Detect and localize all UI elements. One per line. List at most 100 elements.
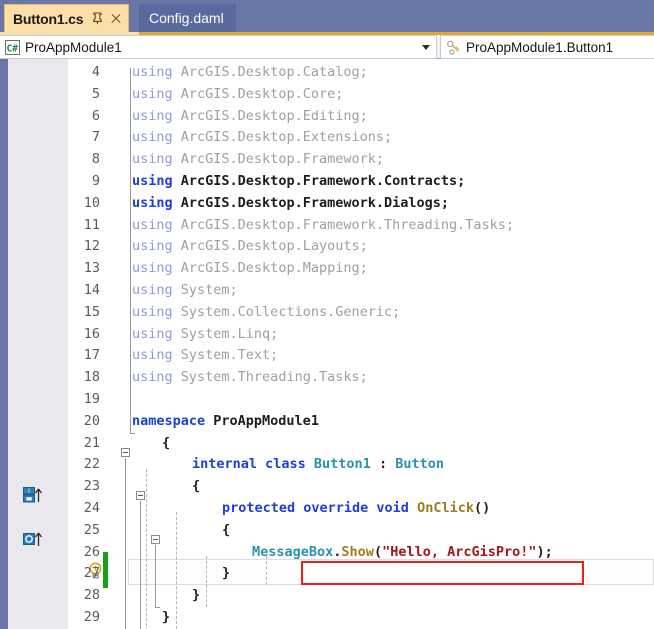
code-token: System.Collections.Generic;	[180, 303, 401, 320]
code-line[interactable]: 15 using System.Collections.Generic;	[0, 304, 654, 326]
code-lines-container[interactable]: 4 using ArcGIS.Desktop.Catalog; 5 using Arc…	[0, 59, 654, 629]
code-token: {	[192, 478, 201, 495]
code-token: using	[132, 238, 181, 255]
code-token: using	[132, 216, 181, 233]
chevron-down-icon[interactable]	[422, 45, 430, 50]
code-token: System;	[180, 282, 238, 298]
code-token: }	[162, 609, 171, 625]
code-token: Show	[341, 543, 374, 560]
code-line[interactable]: 28}	[0, 587, 654, 609]
line-number: 9	[91, 173, 100, 189]
code-token: {	[222, 521, 231, 538]
code-line-text: using ArcGIS.Desktop.Catalog;	[132, 64, 368, 80]
code-line[interactable]: 23 {	[0, 478, 654, 500]
code-line-text: using ArcGIS.Desktop.Extensions;	[132, 129, 392, 145]
member-dropdown-value: ProAppModule1.Button1	[466, 39, 614, 55]
code-line-text: using System;	[132, 282, 238, 298]
code-editor[interactable]: I 4 using ArcGIS.Desktop.Catalog; 5 using A…	[0, 59, 654, 629]
code-line[interactable]: 10 using ArcGIS.Desktop.Framework.Dialogs…	[0, 195, 654, 217]
code-line-text: internal class Button1 : Button	[192, 456, 444, 472]
code-line[interactable]: 29}	[0, 609, 654, 629]
code-token: ArcGIS.Desktop.Layouts;	[180, 238, 368, 255]
code-line-text: {	[192, 478, 200, 494]
code-token: ArcGIS.Desktop.Framework.Contracts;	[180, 173, 466, 189]
code-line[interactable]: 5 using ArcGIS.Desktop.Core;	[0, 86, 654, 108]
code-line-text: using ArcGIS.Desktop.Framework;	[132, 151, 384, 167]
code-token: );	[536, 543, 553, 560]
code-token: ArcGIS.Desktop.Framework.Threading.Tasks…	[180, 216, 515, 233]
code-line-text: {	[162, 435, 170, 451]
line-number: 14	[83, 282, 100, 298]
code-token: using	[132, 347, 181, 364]
code-line[interactable]: 14 using System;	[0, 282, 654, 304]
code-line-text: namespace ProAppModule1	[132, 413, 319, 429]
tab-button1-cs[interactable]: Button1.cs	[4, 4, 130, 32]
line-number: 17	[83, 347, 100, 364]
code-line[interactable]: 27}	[0, 565, 654, 587]
code-line-text: }	[162, 609, 170, 625]
code-line-text: using ArcGIS.Desktop.Framework.Contracts…	[132, 173, 465, 189]
code-token: internal class	[192, 456, 314, 473]
line-number: 24	[83, 500, 100, 516]
code-token: ArcGIS.Desktop.Framework.Dialogs;	[180, 194, 449, 211]
code-token: System.Linq;	[180, 325, 279, 342]
code-token: System.Text;	[180, 347, 279, 364]
code-line[interactable]: 22 internal class Button1 : Button	[0, 456, 654, 478]
code-line[interactable]: 12 using ArcGIS.Desktop.Layouts;	[0, 238, 654, 260]
type-dropdown[interactable]: C# ProAppModule1	[0, 35, 437, 59]
csharp-file-icon: C#	[5, 39, 20, 55]
line-number: 20	[83, 412, 100, 429]
code-token: using	[132, 107, 181, 124]
pin-icon[interactable]	[92, 12, 103, 25]
code-line-text: protected override void OnClick()	[222, 500, 490, 516]
code-line[interactable]: 4 using ArcGIS.Desktop.Catalog;	[0, 64, 654, 86]
code-line[interactable]: 9 using ArcGIS.Desktop.Framework.Contract…	[0, 173, 654, 195]
close-icon[interactable]	[110, 13, 122, 25]
code-token: (	[373, 543, 383, 560]
code-token: namespace	[132, 412, 214, 429]
code-line[interactable]: 13 using ArcGIS.Desktop.Mapping;	[0, 260, 654, 282]
tab-config-daml[interactable]: Config.daml	[139, 4, 236, 32]
line-number: 23	[83, 478, 100, 495]
code-token: using	[132, 260, 181, 277]
line-number: 18	[83, 369, 100, 386]
code-line-text: using ArcGIS.Desktop.Layouts;	[132, 238, 368, 254]
line-number: 4	[91, 64, 100, 80]
code-line[interactable]: 18 using System.Threading.Tasks;	[0, 369, 654, 391]
code-line[interactable]: 7 using ArcGIS.Desktop.Extensions;	[0, 129, 654, 151]
code-token: ArcGIS.Desktop.Catalog;	[180, 64, 368, 80]
code-line[interactable]: 20 namespace ProAppModule1	[0, 413, 654, 435]
code-line-text: }	[192, 587, 200, 603]
code-line[interactable]: 16 using System.Linq;	[0, 326, 654, 348]
line-number: 7	[91, 129, 100, 146]
code-line-text: using ArcGIS.Desktop.Mapping;	[132, 260, 368, 276]
code-line[interactable]: 8 using ArcGIS.Desktop.Framework;	[0, 151, 654, 173]
line-number: 15	[83, 303, 100, 320]
code-line[interactable]: 11 using ArcGIS.Desktop.Framework.Threadi…	[0, 217, 654, 239]
code-line[interactable]: 6 using ArcGIS.Desktop.Editing;	[0, 108, 654, 130]
code-line-text: MessageBox.Show("Hello, ArcGisPro!");	[252, 544, 553, 560]
code-line-text: {	[222, 522, 230, 538]
code-line-text: }	[222, 565, 230, 581]
code-line[interactable]: 26 MessageBox.Show("Hello, ArcGisPro!");	[0, 544, 654, 566]
code-token: Button	[395, 456, 444, 473]
line-number: 27	[83, 565, 100, 582]
code-line[interactable]: 17 using System.Text;	[0, 347, 654, 369]
code-line[interactable]: 24 protected override void OnClick()	[0, 500, 654, 522]
code-token: ()	[473, 500, 491, 516]
code-token: MessageBox	[252, 543, 334, 560]
code-line[interactable]: 25 {	[0, 522, 654, 544]
member-dropdown[interactable]: ProAppModule1.Button1	[440, 35, 654, 59]
line-number: 12	[83, 238, 100, 255]
type-dropdown-value: ProAppModule1	[25, 39, 122, 55]
code-line[interactable]: 19	[0, 391, 654, 413]
code-token: OnClick	[417, 500, 474, 516]
code-line[interactable]: 21 {	[0, 435, 654, 457]
code-token: ArcGIS.Desktop.Extensions;	[180, 129, 393, 146]
code-token: System.Threading.Tasks;	[180, 369, 368, 386]
line-number: 19	[83, 391, 100, 407]
code-token: }	[192, 587, 201, 604]
tab-label: Button1.cs	[13, 10, 84, 27]
code-token: "Hello, ArcGisPro!"	[382, 543, 537, 560]
code-token: using	[132, 325, 181, 342]
